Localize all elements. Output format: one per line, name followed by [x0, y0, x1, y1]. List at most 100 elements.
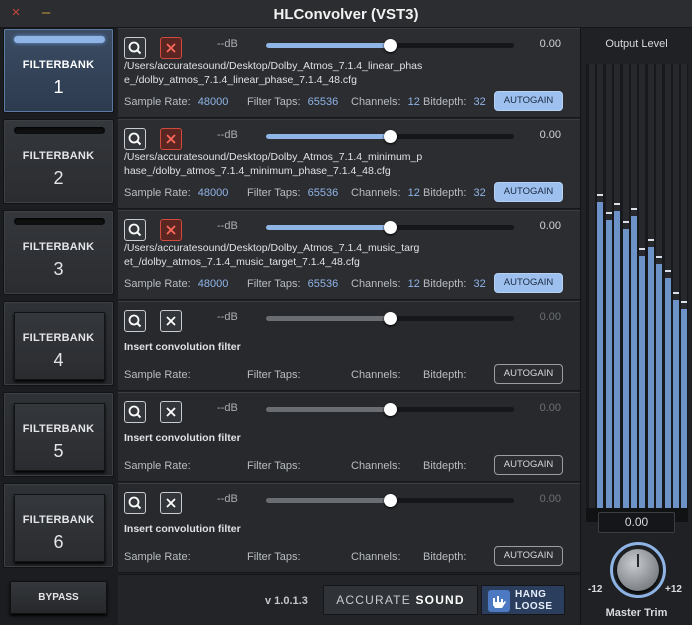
gain-slider-fill — [266, 498, 390, 503]
channels-value: 12 — [407, 187, 420, 199]
accurate-sound-logo: ACCURATE SOUND — [323, 585, 478, 615]
meter-peak — [656, 256, 663, 258]
channels: Channels: — [351, 551, 405, 563]
remove-filter-button[interactable] — [160, 310, 182, 332]
bitdepth-label: Bitdepth: — [423, 460, 467, 472]
filterbank-number: 2 — [53, 168, 64, 188]
filterbank-number: 1 — [53, 77, 64, 97]
filter-path[interactable]: Insert convolution filter — [124, 340, 424, 354]
gain-slider[interactable] — [266, 39, 514, 52]
bitdepth-label: Bitdepth: — [423, 187, 467, 199]
sample-rate-label: Sample Rate: — [124, 187, 191, 199]
footer: v 1.0.1.3 ACCURATE SOUND HANG LOOSE — [118, 574, 580, 625]
gain-slider-thumb[interactable] — [384, 494, 397, 507]
sample-rate-value: 48000 — [197, 278, 229, 290]
browse-filter-button[interactable] — [124, 219, 146, 241]
gain-value: 0.00 — [539, 129, 561, 141]
output-section: Output Level 0.00 -12 +12 Master Trim — [580, 28, 692, 625]
gain-slider-thumb[interactable] — [384, 221, 397, 234]
filterbank-button-1[interactable]: FILTERBANK 1 — [3, 28, 114, 113]
autogain-button[interactable]: AUTOGAIN — [494, 364, 563, 384]
remove-filter-button[interactable] — [160, 401, 182, 423]
filterbank-label: FILTERBANK — [22, 423, 95, 435]
master-trim-knob[interactable] — [610, 542, 666, 598]
filterbank-label: FILTERBANK — [22, 514, 95, 526]
remove-filter-button[interactable] — [160, 492, 182, 514]
gain-slider-thumb[interactable] — [384, 403, 397, 416]
filterbank-button-3[interactable]: FILTERBANK 3 — [3, 210, 114, 295]
autogain-button[interactable]: AUTOGAIN — [494, 455, 563, 475]
remove-filter-button[interactable] — [160, 128, 182, 150]
remove-filter-button[interactable] — [160, 219, 182, 241]
bitdepth: Bitdepth: — [423, 460, 470, 472]
gain-slider-thumb[interactable] — [384, 39, 397, 52]
gain-value: 0.00 — [539, 311, 561, 323]
filterbank-button-4[interactable]: FILTERBANK 4 — [3, 301, 114, 386]
meter-level — [614, 211, 621, 522]
channel-meter-11 — [673, 64, 679, 522]
sample-rate-label: Sample Rate: — [124, 278, 191, 290]
sample-rate-label: Sample Rate: — [124, 460, 191, 472]
browse-filter-button[interactable] — [124, 492, 146, 514]
gain-slider[interactable] — [266, 221, 514, 234]
filterbank-indicator — [14, 218, 105, 225]
filterbank-button-2[interactable]: FILTERBANK 2 — [3, 119, 114, 204]
autogain-button[interactable]: AUTOGAIN — [494, 182, 563, 202]
output-meters — [586, 64, 688, 522]
filter-taps: Filter Taps: 65536 — [247, 278, 338, 290]
gain-slider-fill — [266, 225, 390, 230]
remove-filter-button[interactable] — [160, 37, 182, 59]
db-label: --dB — [217, 38, 238, 50]
gain-slider-fill — [266, 407, 390, 412]
browse-filter-button[interactable] — [124, 128, 146, 150]
trim-max-label: +12 — [665, 584, 682, 595]
bitdepth-label: Bitdepth: — [423, 96, 467, 108]
channel-meter-9 — [656, 64, 663, 522]
filter-path: /Users/accuratesound/Desktop/Dolby_Atmos… — [124, 60, 423, 86]
meter-level — [664, 278, 671, 522]
gain-slider[interactable] — [266, 403, 514, 416]
gain-slider[interactable] — [266, 312, 514, 325]
gain-slider[interactable] — [266, 130, 514, 143]
meter-peak — [639, 248, 646, 250]
sample-rate: Sample Rate: — [124, 460, 195, 472]
filter-taps-value: 65536 — [307, 278, 339, 290]
filter-taps: Filter Taps: — [247, 460, 305, 472]
master-trim-value[interactable]: 0.00 — [598, 512, 675, 533]
meter-level — [681, 309, 688, 522]
filter-path[interactable]: Insert convolution filter — [124, 522, 424, 536]
meter-level — [605, 220, 612, 522]
filterbank-label: FILTERBANK — [22, 59, 95, 71]
meter-peak — [622, 221, 629, 223]
gain-slider[interactable] — [266, 494, 514, 507]
bypass-button[interactable]: BYPASS — [10, 581, 107, 614]
gain-slider-thumb[interactable] — [384, 312, 397, 325]
autogain-button[interactable]: AUTOGAIN — [494, 273, 563, 293]
meter-level — [597, 202, 604, 522]
autogain-button[interactable]: AUTOGAIN — [494, 91, 563, 111]
browse-filter-button[interactable] — [124, 310, 146, 332]
channels-label: Channels: — [351, 551, 401, 563]
bitdepth: Bitdepth: 32 — [423, 96, 486, 108]
filterbank-number: 6 — [53, 532, 64, 552]
filter-row-6: --dB 0.00 Insert convolution filter Sample … — [118, 483, 580, 573]
meter-peak — [605, 212, 612, 214]
knob-body — [617, 549, 659, 591]
gain-slider-thumb[interactable] — [384, 130, 397, 143]
brand-bold-text: SOUND — [415, 593, 465, 607]
filter-row-4: --dB 0.00 Insert convolution filter Sample … — [118, 301, 580, 391]
filterbank-number: 3 — [53, 259, 64, 279]
trim-min-label: -12 — [588, 584, 603, 595]
browse-filter-button[interactable] — [124, 37, 146, 59]
filter-taps-label: Filter Taps: — [247, 96, 301, 108]
logo-line-1: HANG — [515, 589, 547, 600]
browse-filter-button[interactable] — [124, 401, 146, 423]
filter-row-5: --dB 0.00 Insert convolution filter Sample … — [118, 392, 580, 482]
autogain-button[interactable]: AUTOGAIN — [494, 546, 563, 566]
filterbank-button-6[interactable]: FILTERBANK 6 — [3, 483, 114, 568]
filter-path[interactable]: Insert convolution filter — [124, 431, 424, 445]
channels-value: 12 — [407, 278, 420, 290]
filterbank-button-5[interactable]: FILTERBANK 5 — [3, 392, 114, 477]
filterbank-label: FILTERBANK — [22, 241, 95, 253]
sample-rate: Sample Rate: 48000 — [124, 187, 228, 199]
